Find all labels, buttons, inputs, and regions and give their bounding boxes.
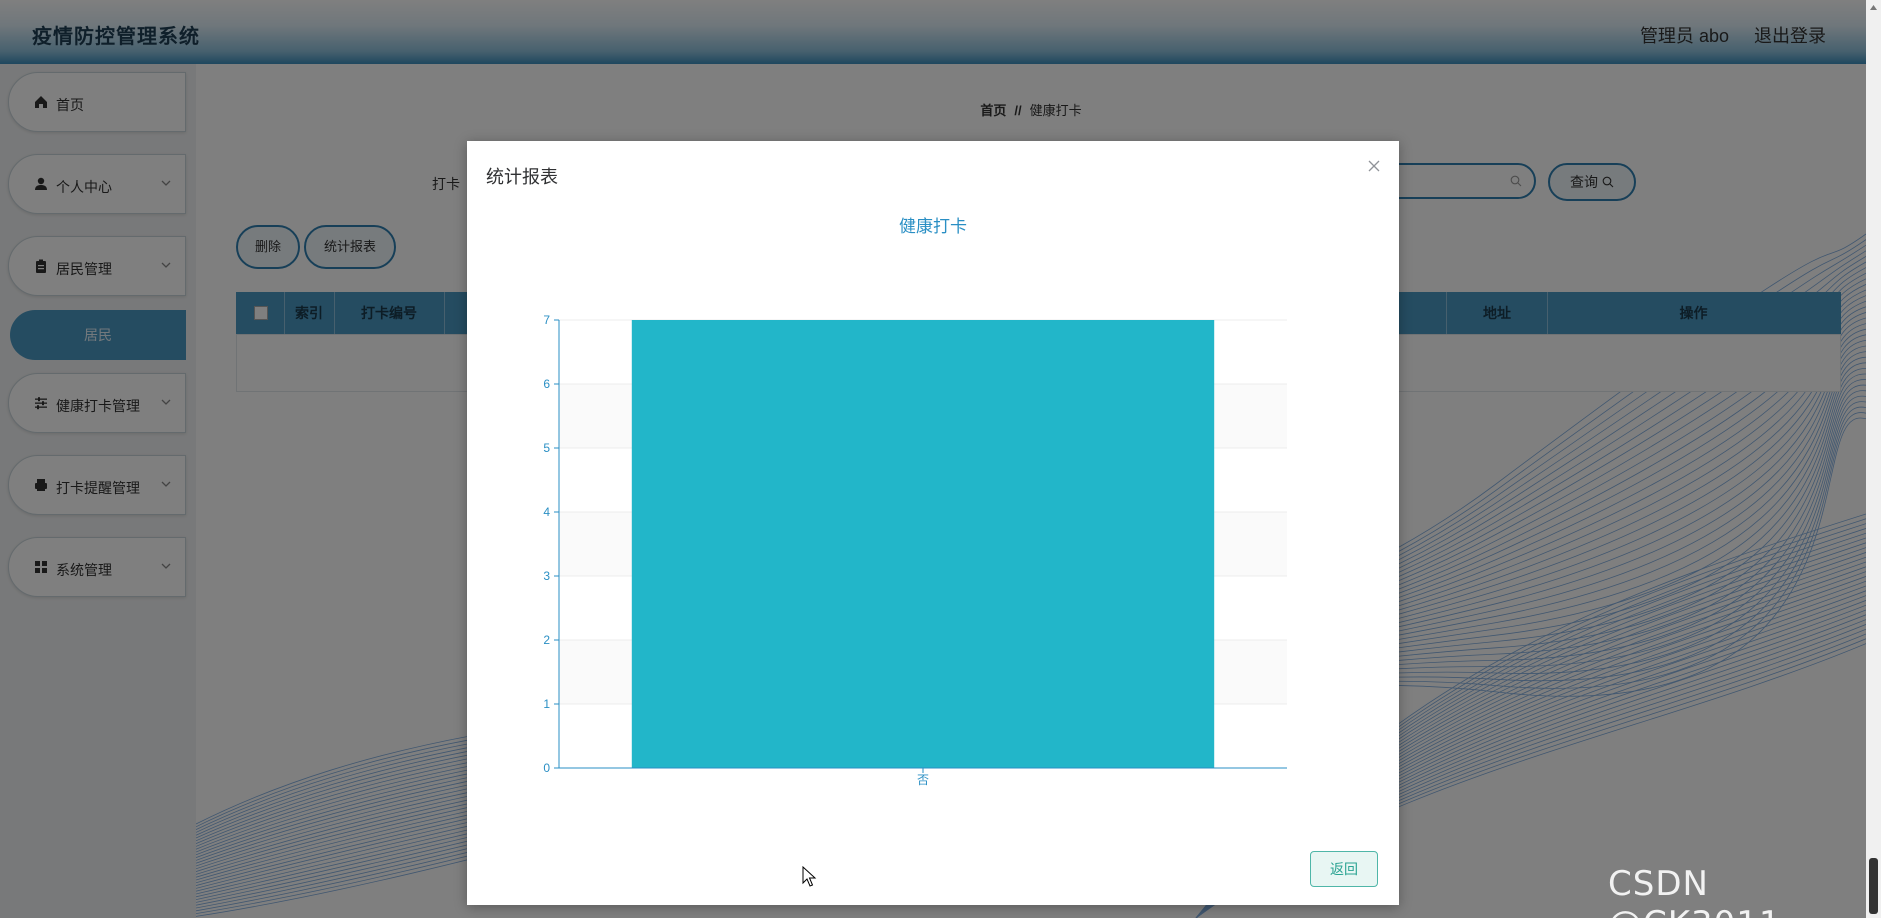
scrollbar-thumb[interactable]	[1869, 858, 1878, 914]
scroll-up-arrow-icon[interactable]	[1869, 3, 1878, 12]
x-tick-label: 否	[917, 773, 929, 787]
mouse-cursor-icon	[802, 866, 817, 887]
y-tick-label: 1	[543, 697, 550, 711]
health-checkin-bar-chart: 健康打卡 否 0 1 2 3 4 5 6 7	[543, 217, 1287, 787]
dialog-title: 统计报表	[486, 167, 558, 187]
y-tick-label: 5	[543, 441, 550, 455]
chart-title: 健康打卡	[899, 217, 967, 236]
y-tick-label: 7	[543, 313, 550, 327]
watermark: CSDN @CK3011	[1608, 864, 1781, 918]
app-window: 疫情防控管理系统 管理员 abo 退出登录 首页 个人中心 居民管理 居民 健康…	[0, 0, 1866, 918]
close-icon[interactable]	[1367, 159, 1381, 173]
y-tick-label: 3	[543, 569, 550, 583]
y-tick-label: 0	[543, 761, 550, 775]
vertical-scrollbar[interactable]	[1866, 0, 1881, 918]
back-button[interactable]: 返回	[1310, 851, 1378, 887]
chart-bar	[631, 320, 1215, 768]
y-tick-label: 6	[543, 377, 550, 391]
statistics-report-dialog: 统计报表 健康打卡 否 0 1 2 3 4 5 6 7 返回	[467, 141, 1399, 905]
y-tick-label: 2	[543, 633, 550, 647]
y-tick-label: 4	[543, 505, 550, 519]
